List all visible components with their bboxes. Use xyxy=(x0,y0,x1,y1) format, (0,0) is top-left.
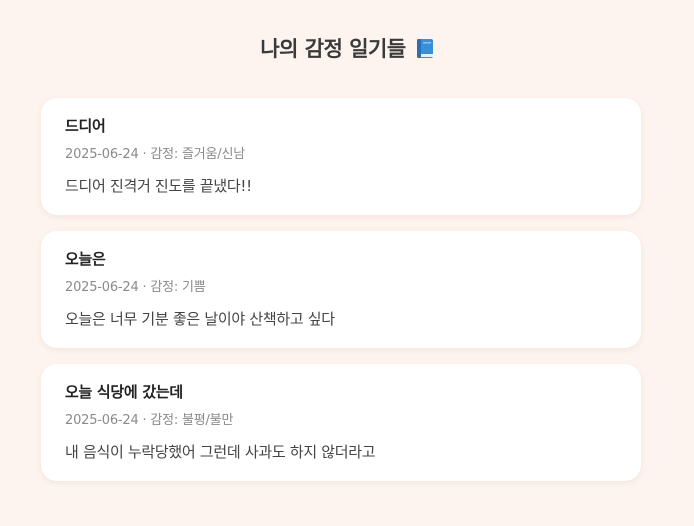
entry-content: 오늘은 너무 기분 좋은 날이야 산책하고 싶다 xyxy=(65,310,335,328)
diary-entry-card[interactable]: 드디어 2025-06-24 · 감정: 즐거움/신남 드디어 진격거 진도를 … xyxy=(41,98,641,215)
diary-entry-card[interactable]: 오늘은 2025-06-24 · 감정: 기쁨 오늘은 너무 기분 좋은 날이야… xyxy=(41,231,641,348)
entry-meta: 2025-06-24 · 감정: 불평/불만 xyxy=(65,413,234,428)
entry-title: 드디어 xyxy=(65,117,106,135)
diary-entry-card[interactable]: 오늘 식당에 갔는데 2025-06-24 · 감정: 불평/불만 내 음식이 … xyxy=(41,364,641,481)
entry-meta: 2025-06-24 · 감정: 기쁨 xyxy=(65,280,206,295)
entry-title: 오늘은 xyxy=(65,250,106,268)
diary-entry-list: 드디어 2025-06-24 · 감정: 즐거움/신남 드디어 진격거 진도를 … xyxy=(41,98,641,481)
entry-meta: 2025-06-24 · 감정: 즐거움/신남 xyxy=(65,147,245,162)
page-title-text: 나의 감정 일기들 xyxy=(260,37,406,61)
entry-content: 드디어 진격거 진도를 끝냈다!! xyxy=(65,177,252,195)
page-title: 나의 감정 일기들 xyxy=(0,34,694,64)
entry-content: 내 음식이 누락당했어 그런데 사과도 하지 않더라고 xyxy=(65,443,376,461)
blue-book-icon xyxy=(416,38,434,59)
entry-title: 오늘 식당에 갔는데 xyxy=(65,383,183,401)
